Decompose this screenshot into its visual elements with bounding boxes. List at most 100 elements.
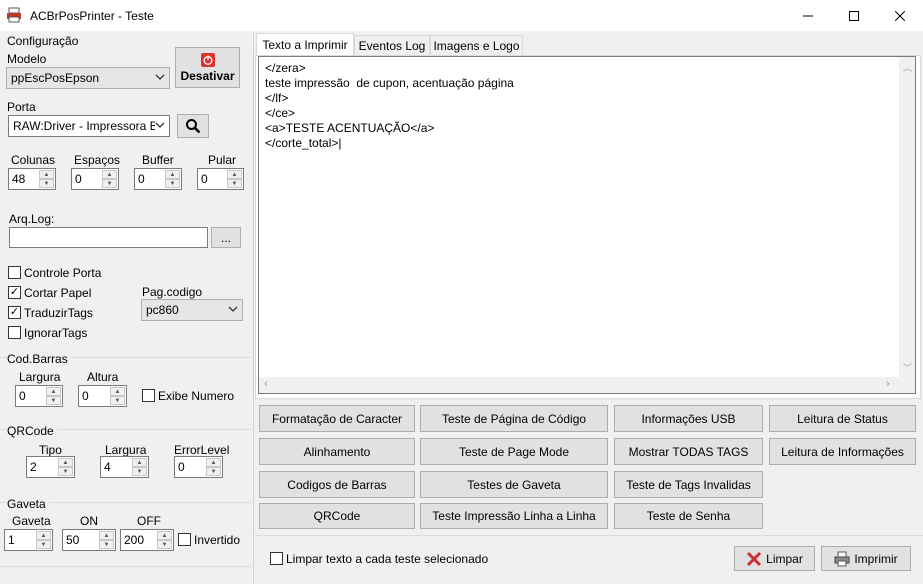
teste-senha-button[interactable]: Teste de Senha <box>614 503 763 529</box>
qrcode-button[interactable]: QRCode <box>259 503 415 529</box>
spin-up-icon[interactable]: ▲ <box>102 170 117 179</box>
modelo-select[interactable]: ppEscPosEpson <box>6 67 170 89</box>
spin-down-icon[interactable]: ▼ <box>58 467 73 476</box>
maximize-button[interactable] <box>831 0 877 31</box>
spinner-arrows[interactable]: ▲ ▼ <box>102 170 117 188</box>
spin-up-icon[interactable]: ▲ <box>46 387 61 396</box>
minimize-button[interactable] <box>785 0 831 31</box>
spin-up-icon[interactable]: ▲ <box>132 458 147 467</box>
gaveta-on-spinner[interactable]: 50 ▲ ▼ <box>62 529 116 551</box>
spinner-arrows[interactable]: ▲ ▼ <box>157 531 172 549</box>
close-button[interactable] <box>877 0 923 31</box>
spin-down-icon[interactable]: ▼ <box>157 540 172 549</box>
spinner-arrows[interactable]: ▲ ▼ <box>58 458 73 476</box>
tab-imagens-logo[interactable]: Imagens e Logo <box>430 35 523 55</box>
pular-spinner[interactable]: 0 ▲ ▼ <box>197 168 244 190</box>
spin-down-icon[interactable]: ▼ <box>46 396 61 405</box>
gaveta-value: 1 <box>8 533 15 547</box>
exibe-numero-checkbox[interactable] <box>142 389 155 402</box>
spin-down-icon[interactable]: ▼ <box>206 467 221 476</box>
scroll-up-icon[interactable]: ︿ <box>903 61 912 74</box>
browse-log-button[interactable]: ... <box>211 227 241 248</box>
controle-porta-checkbox[interactable] <box>8 266 21 279</box>
spin-up-icon[interactable]: ▲ <box>58 458 73 467</box>
teste-tags-invalidas-button[interactable]: Teste de Tags Invalidas <box>614 471 763 498</box>
spinner-arrows[interactable]: ▲ ▼ <box>132 458 147 476</box>
scroll-right-icon[interactable]: › <box>886 378 890 390</box>
gaveta-off-spinner[interactable]: 200 ▲ ▼ <box>120 529 174 551</box>
spin-down-icon[interactable]: ▼ <box>36 540 51 549</box>
limpar-texto-checkbox[interactable] <box>270 552 283 565</box>
desativar-button[interactable]: Desativar <box>175 47 240 88</box>
spin-up-icon[interactable]: ▲ <box>227 170 242 179</box>
tab-eventos-log[interactable]: Eventos Log <box>354 35 430 55</box>
spinner-arrows[interactable]: ▲ ▼ <box>99 531 114 549</box>
spinner-arrows[interactable]: ▲ ▼ <box>36 531 51 549</box>
teste-impressao-linha-button[interactable]: Teste Impressão Linha a Linha <box>420 503 608 529</box>
spin-up-icon[interactable]: ▲ <box>165 170 180 179</box>
spin-down-icon[interactable]: ▼ <box>99 540 114 549</box>
pular-value: 0 <box>201 172 208 186</box>
qrcode-tipo-spinner[interactable]: 2 ▲ ▼ <box>26 456 75 478</box>
buffer-spinner[interactable]: 0 ▲ ▼ <box>134 168 182 190</box>
spin-down-icon[interactable]: ▼ <box>110 396 125 405</box>
codigos-barras-button[interactable]: Codigos de Barras <box>259 471 415 498</box>
arqlog-input[interactable] <box>9 227 208 248</box>
vertical-scrollbar[interactable]: ︿ ﹀ <box>899 57 915 377</box>
spin-down-icon[interactable]: ▼ <box>132 467 147 476</box>
gaveta-spinner[interactable]: 1 ▲ ▼ <box>4 529 53 551</box>
spin-down-icon[interactable]: ▼ <box>102 179 117 188</box>
informacoes-usb-button[interactable]: Informações USB <box>614 405 763 432</box>
imprimir-button[interactable]: Imprimir <box>821 546 911 571</box>
spinner-arrows[interactable]: ▲ ▼ <box>110 387 125 405</box>
spin-down-icon[interactable]: ▼ <box>165 179 180 188</box>
horizontal-scrollbar[interactable]: ‹ › <box>259 377 899 393</box>
spin-up-icon[interactable]: ▲ <box>36 531 51 540</box>
spin-up-icon[interactable]: ▲ <box>39 170 54 179</box>
espacos-spinner[interactable]: 0 ▲ ▼ <box>71 168 119 190</box>
spin-up-icon[interactable]: ▲ <box>110 387 125 396</box>
spin-down-icon[interactable]: ▼ <box>227 179 242 188</box>
cortar-papel-checkbox[interactable]: ✓ <box>8 286 21 299</box>
teste-pagina-codigo-button[interactable]: Teste de Página de Código <box>420 405 608 432</box>
close-icon <box>895 10 905 21</box>
qrcode-largura-spinner[interactable]: 4 ▲ ▼ <box>100 456 149 478</box>
spinner-arrows[interactable]: ▲ ▼ <box>46 387 61 405</box>
mostrar-todas-tags-button[interactable]: Mostrar TODAS TAGS <box>614 438 763 465</box>
porta-select[interactable]: RAW:Driver - Impressora B <box>8 115 170 137</box>
limpar-button[interactable]: Limpar <box>734 546 815 571</box>
spinner-arrows[interactable]: ▲ ▼ <box>39 170 54 188</box>
alinhamento-button[interactable]: Alinhamento <box>259 438 415 465</box>
limpar-label: Limpar <box>766 551 803 566</box>
title-bar: ACBrPosPrinter - Teste <box>0 0 923 31</box>
spin-up-icon[interactable]: ▲ <box>157 531 172 540</box>
scroll-down-icon[interactable]: ﹀ <box>903 361 912 374</box>
search-port-button[interactable] <box>177 114 209 138</box>
scroll-left-icon[interactable]: ‹ <box>264 378 268 390</box>
spin-up-icon[interactable]: ▲ <box>206 458 221 467</box>
ignorar-tags-checkbox[interactable] <box>8 326 21 339</box>
power-icon <box>200 52 215 67</box>
formatacao-caracter-button[interactable]: Formatação de Caracter <box>259 405 415 432</box>
spinner-arrows[interactable]: ▲ ▼ <box>227 170 242 188</box>
spinner-arrows[interactable]: ▲ ▼ <box>206 458 221 476</box>
teste-page-mode-button[interactable]: Teste de Page Mode <box>420 438 608 465</box>
leitura-status-button[interactable]: Leitura de Status <box>769 405 916 432</box>
spin-down-icon[interactable]: ▼ <box>39 179 54 188</box>
codbarras-largura-spinner[interactable]: 0 ▲ ▼ <box>15 385 63 407</box>
invertido-checkbox[interactable] <box>178 533 191 546</box>
panel-splitter[interactable] <box>253 32 254 584</box>
pagcodigo-select[interactable]: pc860 <box>141 299 243 321</box>
codbarras-altura-spinner[interactable]: 0 ▲ ▼ <box>78 385 127 407</box>
colunas-spinner[interactable]: 48 ▲ ▼ <box>8 168 56 190</box>
tab-texto-imprimir[interactable]: Texto a Imprimir <box>256 33 354 56</box>
editor-text[interactable]: </zera> teste impressão de cupon, acentua… <box>265 61 514 151</box>
print-text-editor[interactable]: </zera> teste impressão de cupon, acentua… <box>258 56 916 394</box>
testes-gaveta-button[interactable]: Testes de Gaveta <box>420 471 608 498</box>
leitura-informacoes-button[interactable]: Leitura de Informações <box>769 438 916 465</box>
qrcode-errorlevel-spinner[interactable]: 0 ▲ ▼ <box>174 456 223 478</box>
window-title: ACBrPosPrinter - Teste <box>30 9 154 23</box>
traduzir-tags-checkbox[interactable]: ✓ <box>8 306 21 319</box>
spinner-arrows[interactable]: ▲ ▼ <box>165 170 180 188</box>
spin-up-icon[interactable]: ▲ <box>99 531 114 540</box>
